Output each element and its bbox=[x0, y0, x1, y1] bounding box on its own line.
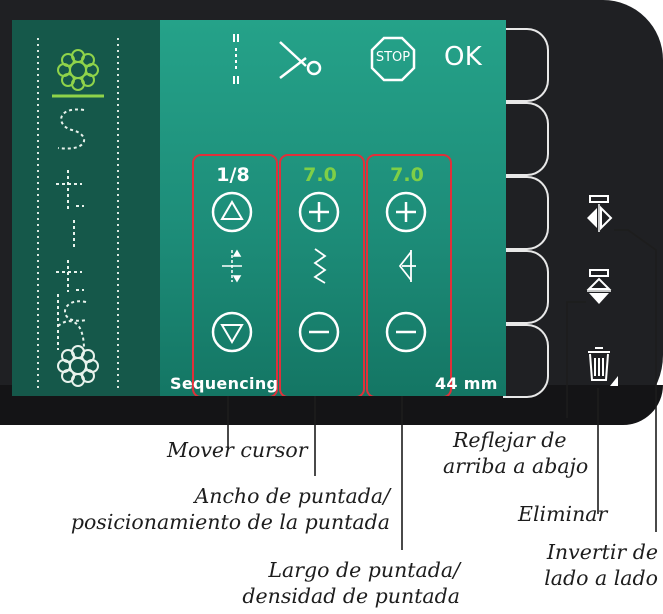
caption-stitch-length-line1: Largo de puntada/ bbox=[268, 558, 460, 582]
caption-stitch-width-line2: posicionamiento de la puntada bbox=[70, 510, 390, 534]
caption-stitch-width-line1: Ancho de puntada/ bbox=[194, 484, 390, 508]
caption-mirror-side-line1: Invertir de bbox=[546, 540, 658, 564]
caption-delete: Eliminar bbox=[518, 502, 608, 526]
caption-mirror-end-line1: Reflejar de bbox=[453, 428, 567, 452]
caption-move-cursor: Mover cursor bbox=[167, 438, 308, 462]
caption-mirror-end-line2: arriba a abajo bbox=[443, 454, 589, 478]
caption-stitch-length-line2: densidad de puntada bbox=[242, 584, 460, 608]
caption-mirror-side-line2: lado a lado bbox=[544, 566, 658, 590]
